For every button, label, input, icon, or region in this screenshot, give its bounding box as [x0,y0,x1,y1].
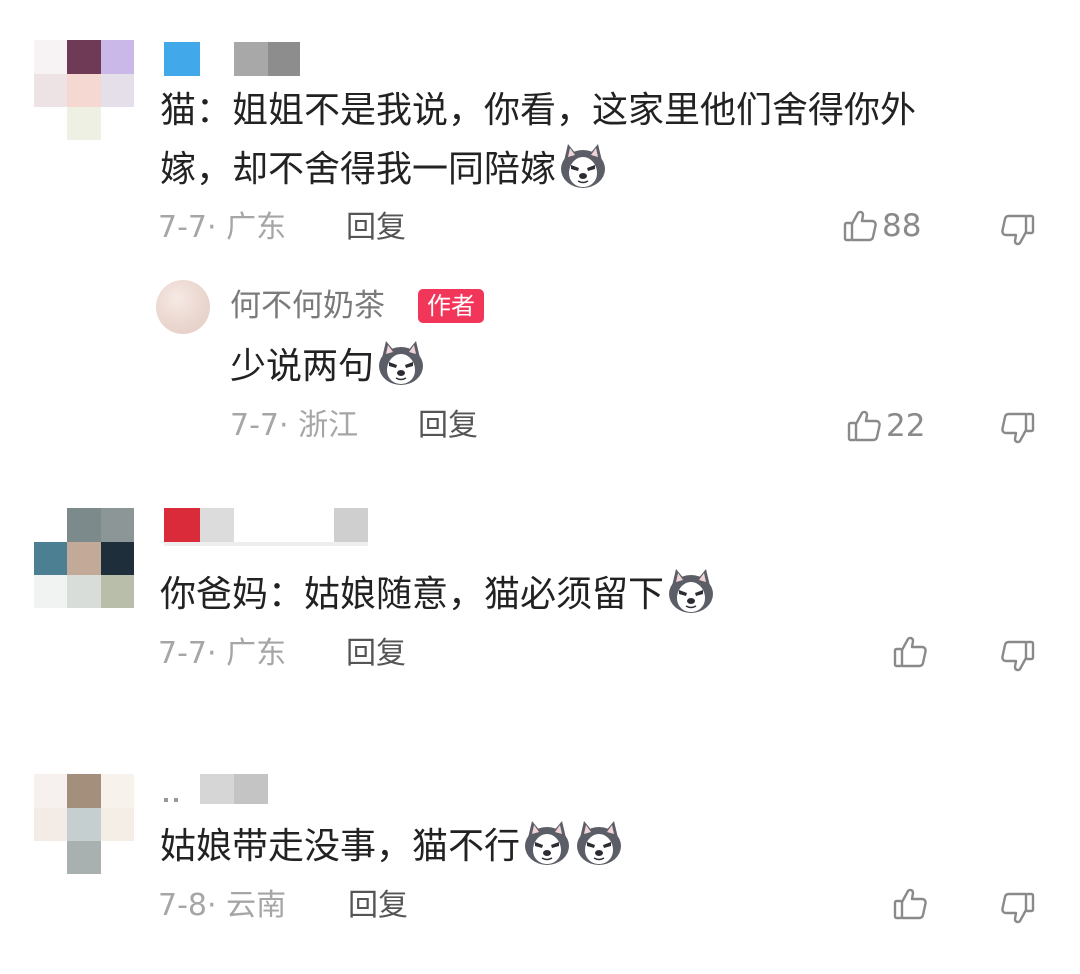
like-count: 22 [886,408,926,444]
thumbs-up-icon [892,886,928,922]
husky-emoji-icon [558,141,608,203]
username-pixelated[interactable] [164,774,274,808]
thumbs-up-icon [892,634,928,670]
comment-text-line2: 嫁，却不舍得我一同陪嫁 [160,149,557,190]
comment-text: 猫：姐姐不是我说，你看，这家里他们舍得你外 [160,90,917,131]
husky-emoji-icon [522,818,572,880]
avatar-pixelated[interactable] [34,508,134,608]
avatar-pixelated[interactable] [34,40,134,140]
comment-text: 姑娘带走没事，猫不行 [160,826,521,867]
like-button[interactable]: 22 [846,408,925,444]
avatar-pixelated[interactable] [34,774,134,874]
thumbs-down-icon [1000,892,1036,930]
thumbs-up-icon [846,408,882,444]
username-pixelated[interactable] [164,508,374,548]
comment-meta: 7-7· 广东 [158,210,287,245]
dislike-button[interactable] [1000,212,1036,252]
dislike-button[interactable] [1000,890,1036,930]
comment-meta: 7-8· 云南 [158,888,287,923]
like-button[interactable] [892,634,928,670]
avatar[interactable] [156,280,210,334]
reply-button[interactable]: 回复 [346,210,406,246]
reply-button[interactable]: 回复 [418,408,478,444]
dislike-button[interactable] [1000,410,1036,450]
like-count: 88 [882,208,922,244]
thumbs-up-icon [842,208,878,244]
husky-emoji-icon [574,818,624,880]
comment-text: 你爸妈：姑娘随意，猫必须留下 [160,574,665,615]
thumbs-down-icon [1000,640,1036,678]
thumbs-down-icon [1000,214,1036,252]
thumbs-down-icon [1000,412,1036,450]
reply-button[interactable]: 回复 [348,888,408,924]
comment-meta: 7-7· 广东 [158,636,287,671]
like-button[interactable]: 88 [842,208,921,244]
like-button[interactable] [892,886,928,922]
husky-emoji-icon [666,566,716,628]
username[interactable]: 何不何奶茶 [230,288,385,324]
reply-button[interactable]: 回复 [346,636,406,672]
dislike-button[interactable] [1000,638,1036,678]
author-badge: 作者 [418,289,484,323]
comment-text: 少说两句 [230,346,375,387]
comment-meta: 7-7· 浙江 [230,408,359,443]
username-pixelated[interactable] [164,42,304,78]
husky-emoji-icon [376,338,426,400]
